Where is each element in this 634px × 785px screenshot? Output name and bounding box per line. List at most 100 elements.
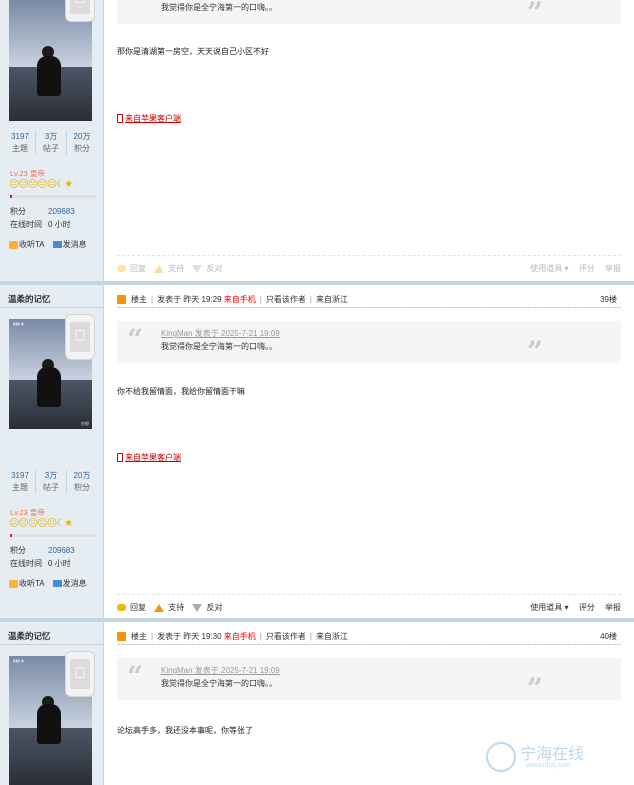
post-39: 温柔的记忆 ▮▮▮ ◉ 拍摄  3197 主题 3万帖子 20万积分 Lv.23… <box>0 285 634 618</box>
quote-open-icon: “ <box>127 0 144 17</box>
from-apple-client-link[interactable]: 来自苹果客户端 <box>117 452 181 463</box>
watermark-logo-icon <box>486 742 516 772</box>
quote-block: “ 我觉得你是全宁海第一的口嗨。。 ” <box>117 0 621 29</box>
stat-threads[interactable]: 3197 主题 <box>5 470 36 494</box>
apple-icon:  <box>70 322 90 352</box>
louzhu-label: 楼主 <box>131 632 147 641</box>
follow-button[interactable]: 收听TA <box>19 579 45 588</box>
author-name[interactable]: 温柔的记忆 <box>8 630 51 642</box>
oppose-button[interactable]: 反对 <box>192 602 222 613</box>
online-label: 在线时间 <box>10 220 42 229</box>
floor-number[interactable]: 39楼 <box>600 294 617 305</box>
from-mobile-link[interactable]: 来自手机 <box>224 295 256 304</box>
online-value: 0 小时 <box>48 220 71 229</box>
post-message: 论坛高手多，我还没本事呢，你等张了 <box>117 726 253 735</box>
louzhu-icon <box>117 295 126 305</box>
post-meta: 楼主 | 发表于 昨天 19:29 来自手机 | 只看该作者 | 来自浙江 39楼 <box>117 294 617 305</box>
author-name[interactable]: 温柔的记忆 <box>8 293 51 305</box>
from-apple-client-link[interactable]: 来自苹果客户端 <box>117 113 181 124</box>
credits-row: 积分 209683 <box>10 545 75 556</box>
stat-value: 20万 <box>73 132 91 141</box>
medal-icons: 😐😐😐😐😐☾★ <box>9 179 73 190</box>
floor-number[interactable]: 40楼 <box>600 631 617 642</box>
from-region: 来自浙江 <box>315 632 348 641</box>
follow-icon <box>9 240 18 249</box>
thumb-up-icon <box>154 264 165 273</box>
stat-label: 积分 <box>74 144 90 153</box>
avatar-person <box>37 367 61 407</box>
meta-divider <box>117 307 621 308</box>
quote-open-icon: “ <box>127 323 144 356</box>
stat-label: 主题 <box>12 144 28 153</box>
post-foot-divider <box>117 594 621 595</box>
stat-credits[interactable]: 20万 积分 <box>67 470 97 494</box>
quote-body: 我觉得你是全宁海第一的口嗨。。 <box>161 3 277 12</box>
stat-label: 积分 <box>74 483 90 492</box>
quote-header[interactable]: KingMan 发表于 2025-7-21 19:09 <box>161 328 280 339</box>
post-message: 那你是清湖第一房空，天天说自己小区不好 <box>117 47 269 56</box>
quote-header[interactable]: KingMan 发表于 2025-7-21 19:09 <box>161 665 280 676</box>
report-button[interactable]: 举报 <box>605 263 621 274</box>
stat-posts[interactable]: 3万 帖子 <box>36 131 67 155</box>
thumb-up-icon <box>154 603 165 612</box>
avatar-person <box>37 56 61 96</box>
only-author-link[interactable]: 只看该作者 <box>266 632 306 641</box>
rate-button[interactable]: 评分 <box>579 263 595 274</box>
follow-icon <box>9 579 18 588</box>
stat-label: 帖子 <box>43 144 59 153</box>
meta-divider <box>117 644 621 645</box>
reply-button[interactable]: 回复 <box>117 263 146 274</box>
report-button[interactable]: 举报 <box>605 602 621 613</box>
follow-button[interactable]: 收听TA <box>19 240 45 249</box>
quote-close-icon: ” <box>526 335 543 368</box>
stat-credits[interactable]: 20万积分 <box>67 131 97 155</box>
support-button[interactable]: 支持 <box>154 263 184 274</box>
only-author-link[interactable]: 只看该作者 <box>266 295 306 304</box>
online-row: 在线时间 0 小时 <box>10 219 71 230</box>
author-stats: 3197 主题 3万 帖子 20万 积分 <box>5 470 97 494</box>
post-meta: 楼主 | 发表于 昨天 19:30 来自手机 | 只看该作者 | 来自浙江 40楼 <box>117 631 617 642</box>
oppose-button[interactable]: 反对 <box>192 263 222 274</box>
from-client-label: 来自苹果客户端 <box>125 453 181 462</box>
author-sidebar: 温柔的记忆 ▮▮▮ ◉  <box>0 622 104 785</box>
post-foot-divider <box>117 255 621 256</box>
avatar-status-bar: ▮▮▮ ◉ <box>13 321 25 326</box>
use-tools-button[interactable]: 使用道具 <box>530 263 562 274</box>
apple-client-badge:  <box>65 0 95 22</box>
from-client-label: 来自苹果客户端 <box>125 114 181 123</box>
stat-threads[interactable]: 3197 主题 <box>5 131 36 155</box>
author-divider <box>0 307 104 308</box>
apple-client-badge:  <box>65 314 95 360</box>
experience-bar <box>10 195 96 198</box>
user-level[interactable]: Lv.23 皇帝 <box>10 168 45 179</box>
author-divider <box>0 644 104 645</box>
reply-button[interactable]: 回复 <box>117 602 146 613</box>
envelope-icon <box>52 580 62 588</box>
medal-icons: 😐😐😐😐😐☾★ <box>9 518 73 529</box>
quote-close-icon: ” <box>526 672 543 705</box>
online-label: 在线时间 <box>10 559 42 568</box>
watermark-url: www.nhzj.com <box>526 762 571 769</box>
reply-icon <box>117 604 126 612</box>
credits-label: 积分 <box>10 207 26 216</box>
chevron-down-icon: ▾ <box>562 603 569 612</box>
stat-posts[interactable]: 3万 帖子 <box>36 470 67 494</box>
support-button[interactable]: 支持 <box>154 602 184 613</box>
thumb-down-icon <box>192 603 203 612</box>
send-message-button[interactable]: 发消息 <box>63 240 87 249</box>
phone-icon <box>117 114 123 124</box>
quote-block: “ KingMan 发表于 2025-7-21 19:09 我觉得你是全宁海第一… <box>117 658 621 705</box>
quote-block: “ KingMan 发表于 2025-7-21 19:09 我觉得你是全宁海第一… <box>117 321 621 368</box>
author-stats: 3197 主题 3万 帖子 20万积分 <box>5 131 97 155</box>
from-mobile-link[interactable]: 来自手机 <box>224 632 256 641</box>
rate-button[interactable]: 评分 <box>579 602 595 613</box>
louzhu-label: 楼主 <box>131 295 147 304</box>
post-time: 发表于 昨天 19:29 <box>157 295 222 304</box>
envelope-icon <box>52 241 62 249</box>
avatar-watermark: 拍摄 <box>81 421 89 426</box>
send-message-button[interactable]: 发消息 <box>63 579 87 588</box>
online-row: 在线时间 0 小时 <box>10 558 71 569</box>
user-level[interactable]: Lv.23 皇帝 <box>10 507 45 518</box>
avatar-person <box>37 704 61 744</box>
use-tools-button[interactable]: 使用道具 <box>530 602 562 613</box>
